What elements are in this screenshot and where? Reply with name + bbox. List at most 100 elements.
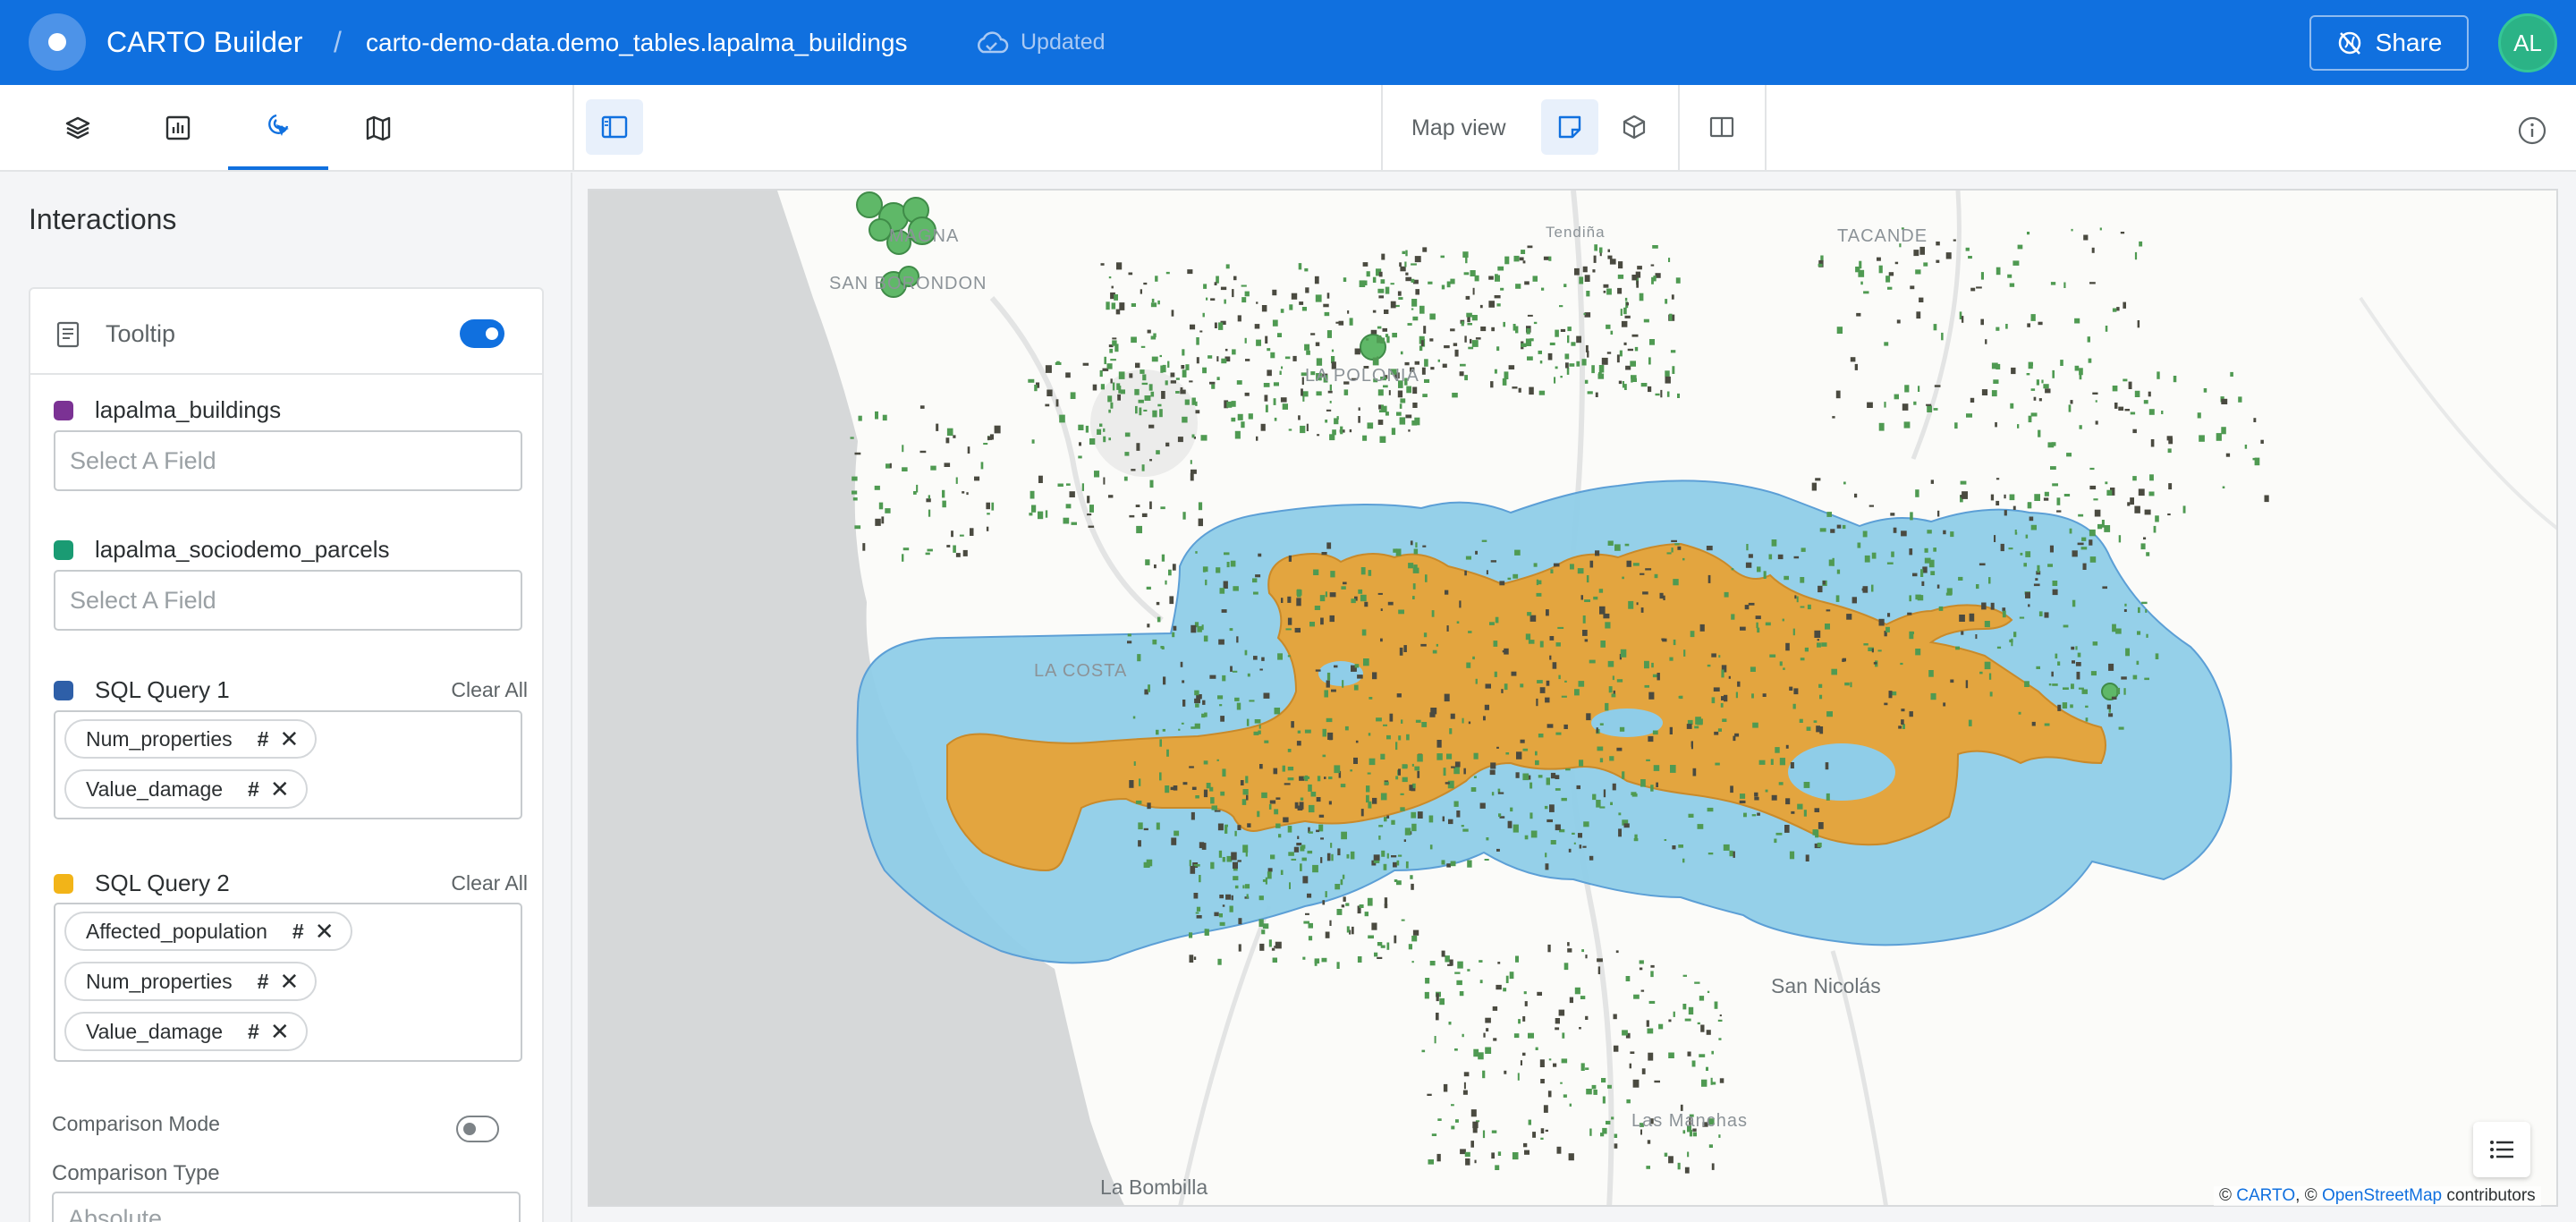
building-footprint — [1517, 1073, 1520, 1081]
clear-all-button[interactable]: Clear All — [451, 871, 528, 895]
carto-link[interactable]: CARTO — [2236, 1186, 2295, 1205]
field-select[interactable]: Select A Field — [54, 570, 522, 631]
building-footprint — [2134, 390, 2140, 397]
building-footprint — [1261, 792, 1267, 799]
building-footprint — [1436, 643, 1438, 647]
map-canvas[interactable]: MAGNA SAN BORONDON Tendiña TACANDE LA CO… — [588, 189, 2558, 1207]
share-visibility-icon — [2338, 31, 2360, 55]
building-footprint — [2080, 547, 2088, 550]
building-footprint — [1057, 483, 1063, 487]
tab-widgets[interactable] — [128, 85, 228, 170]
building-footprint — [1173, 785, 1178, 791]
building-footprint — [1555, 329, 1559, 337]
building-footprint — [2052, 369, 2055, 378]
comparison-mode-toggle[interactable] — [456, 1116, 499, 1142]
building-footprint — [1503, 321, 1505, 327]
building-footprint — [1595, 550, 1600, 556]
building-footprint — [955, 477, 958, 484]
building-footprint — [1576, 785, 1580, 790]
user-avatar[interactable]: AL — [2498, 13, 2557, 72]
building-footprint — [1701, 1079, 1707, 1087]
building-footprint — [1647, 1028, 1654, 1034]
building-footprint — [1503, 988, 1507, 992]
building-footprint — [1618, 261, 1623, 269]
building-footprint — [1648, 1000, 1656, 1004]
building-footprint — [1671, 539, 1677, 542]
building-footprint — [1687, 1051, 1691, 1057]
field-chip[interactable]: Num_properties # ✕ — [64, 962, 318, 1001]
building-footprint — [1147, 624, 1150, 628]
building-footprint — [2008, 547, 2013, 550]
building-footprint — [1672, 845, 1676, 850]
field-select[interactable]: Select A Field — [54, 430, 522, 491]
openstreetmap-link[interactable]: OpenStreetMap — [2322, 1186, 2442, 1205]
remove-chip-icon[interactable]: ✕ — [315, 920, 335, 943]
building-footprint — [1775, 832, 1783, 836]
building-footprint — [2079, 425, 2082, 429]
field-chip[interactable]: Value_damage # ✕ — [64, 1012, 308, 1051]
building-footprint — [1287, 596, 1292, 603]
building-footprint — [1624, 315, 1631, 318]
building-footprint — [1391, 428, 1396, 436]
legend-button[interactable] — [2473, 1122, 2530, 1177]
3d-view-button[interactable] — [1606, 99, 1663, 155]
building-footprint — [1930, 692, 1936, 700]
clear-all-button[interactable]: Clear All — [451, 678, 528, 702]
building-footprint — [1594, 244, 1597, 251]
building-footprint — [1804, 647, 1809, 652]
building-footprint — [1278, 834, 1282, 838]
remove-chip-icon[interactable]: ✕ — [279, 727, 299, 751]
building-footprint — [1112, 337, 1117, 340]
building-footprint — [1341, 831, 1347, 840]
building-footprint — [1398, 735, 1402, 741]
building-footprint — [885, 508, 891, 513]
building-footprint — [1762, 693, 1767, 697]
map-name[interactable]: carto-demo-data.demo_tables.lapalma_buil… — [366, 29, 907, 57]
remove-chip-icon[interactable]: ✕ — [279, 970, 299, 993]
2d-view-button[interactable] — [1541, 99, 1598, 155]
building-footprint — [1089, 505, 1094, 513]
building-footprint — [1219, 895, 1224, 899]
building-footprint — [1555, 775, 1560, 779]
remove-chip-icon[interactable]: ✕ — [270, 777, 290, 801]
carto-logo[interactable] — [29, 13, 86, 71]
building-footprint — [1349, 318, 1353, 326]
building-footprint — [1345, 903, 1350, 906]
building-footprint — [2027, 232, 2030, 235]
building-footprint — [1591, 1084, 1597, 1090]
building-footprint — [1961, 631, 1964, 635]
field-chip[interactable]: Num_properties # ✕ — [64, 719, 318, 759]
split-view-button[interactable] — [1693, 99, 1750, 155]
building-footprint — [1417, 754, 1423, 762]
building-footprint — [1411, 308, 1414, 310]
building-footprint — [2033, 396, 2037, 401]
remove-chip-icon[interactable]: ✕ — [270, 1020, 290, 1043]
building-footprint — [1954, 422, 1958, 429]
building-footprint — [1366, 271, 1370, 277]
info-icon[interactable] — [2515, 114, 2549, 148]
field-multiselect[interactable]: Affected_population # ✕ Num_properties #… — [54, 903, 522, 1062]
field-chip[interactable]: Value_damage # ✕ — [64, 769, 308, 809]
building-footprint — [1328, 738, 1333, 741]
share-button[interactable]: Share — [2309, 15, 2469, 71]
building-footprint — [1539, 361, 1543, 364]
building-footprint — [1959, 615, 1965, 622]
field-chip[interactable]: Affected_population # ✕ — [64, 912, 352, 951]
tooltip-toggle[interactable] — [460, 319, 504, 348]
comparison-type-select[interactable]: Absolute — [52, 1192, 521, 1222]
building-footprint — [1028, 378, 1035, 383]
tab-interactions[interactable] — [228, 85, 328, 170]
building-footprint — [1202, 367, 1207, 374]
tab-layers[interactable] — [28, 85, 128, 170]
building-footprint — [2144, 509, 2151, 515]
building-footprint — [1610, 330, 1614, 335]
building-footprint — [1451, 766, 1455, 768]
toggle-panel-button[interactable] — [586, 99, 643, 155]
field-multiselect[interactable]: Num_properties # ✕ Value_damage # ✕ — [54, 710, 522, 819]
building-footprint — [1364, 601, 1368, 607]
tab-basemaps[interactable] — [328, 85, 428, 170]
building-footprint — [1324, 776, 1326, 779]
building-footprint — [1360, 567, 1366, 575]
building-footprint — [1913, 401, 1917, 405]
building-footprint — [1673, 639, 1676, 646]
